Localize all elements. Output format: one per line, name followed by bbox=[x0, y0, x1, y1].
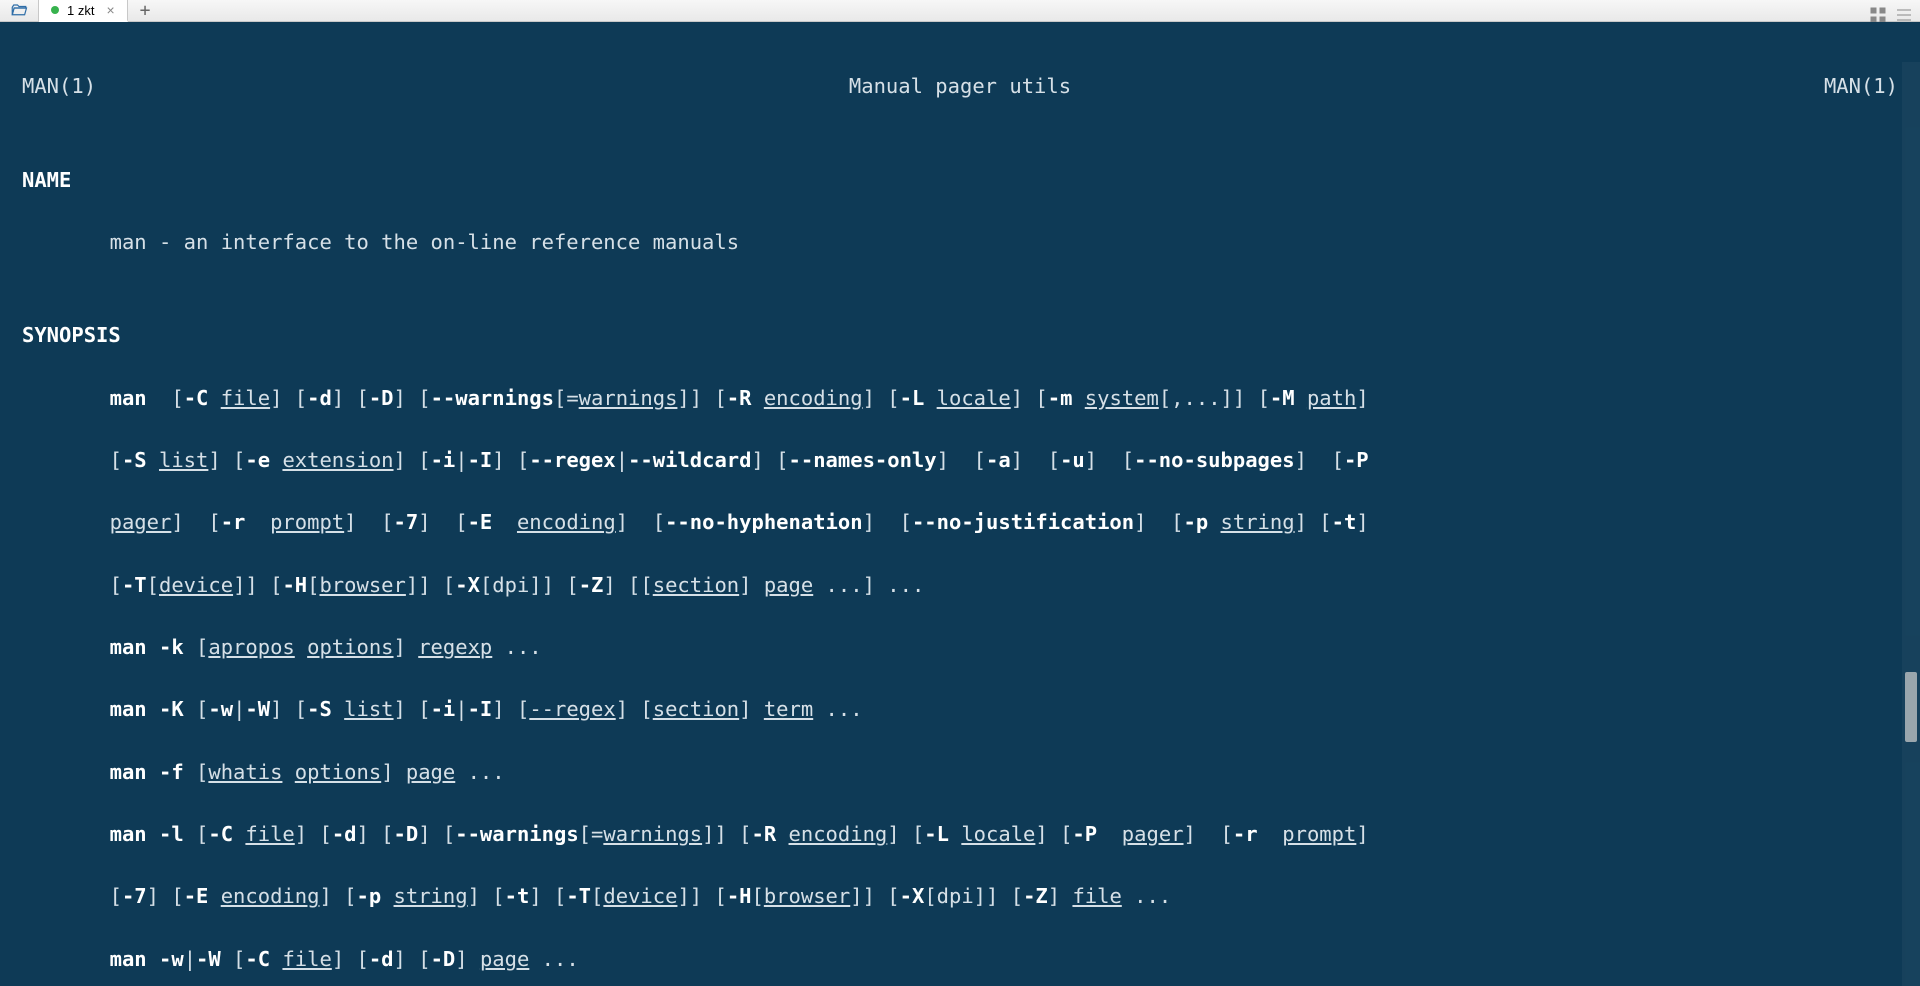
add-tab-button[interactable]: + bbox=[128, 0, 163, 21]
folder-open-icon[interactable] bbox=[0, 0, 39, 21]
name-line: man - an interface to the on-line refere… bbox=[22, 227, 1898, 258]
manpage-header-left: MAN(1) bbox=[22, 71, 96, 102]
close-icon[interactable]: × bbox=[106, 2, 114, 18]
vertical-scrollbar[interactable] bbox=[1902, 62, 1920, 986]
manpage-header-right: MAN(1) bbox=[1824, 71, 1898, 102]
manpage-content: MAN(1)Manual pager utilsMAN(1) NAME man … bbox=[22, 40, 1898, 986]
tab-dirty-indicator bbox=[51, 6, 59, 14]
manpage-header-center: Manual pager utils bbox=[0, 71, 1920, 102]
section-name: NAME bbox=[22, 165, 1898, 196]
section-synopsis: SYNOPSIS bbox=[22, 320, 1898, 351]
tab-zkt[interactable]: 1 zkt × bbox=[39, 0, 128, 22]
terminal-viewport[interactable]: MAN(1)Manual pager utilsMAN(1) NAME man … bbox=[0, 22, 1920, 986]
scrollbar-thumb[interactable] bbox=[1905, 672, 1917, 742]
tab-label: 1 zkt bbox=[67, 3, 94, 18]
tab-bar: 1 zkt × + bbox=[0, 0, 1920, 22]
